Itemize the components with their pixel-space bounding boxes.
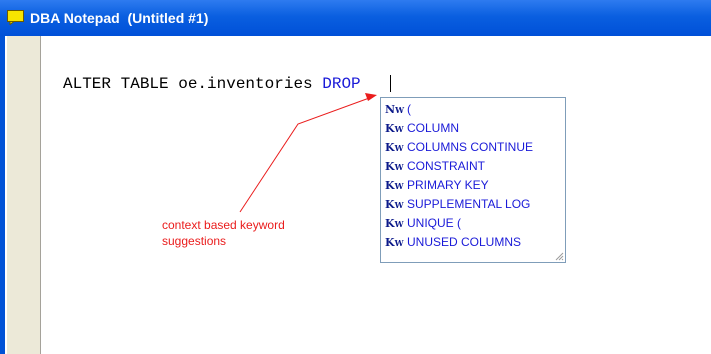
annotation-label: context based keyword suggestions [162,218,285,248]
annotation-arrow [239,93,377,213]
